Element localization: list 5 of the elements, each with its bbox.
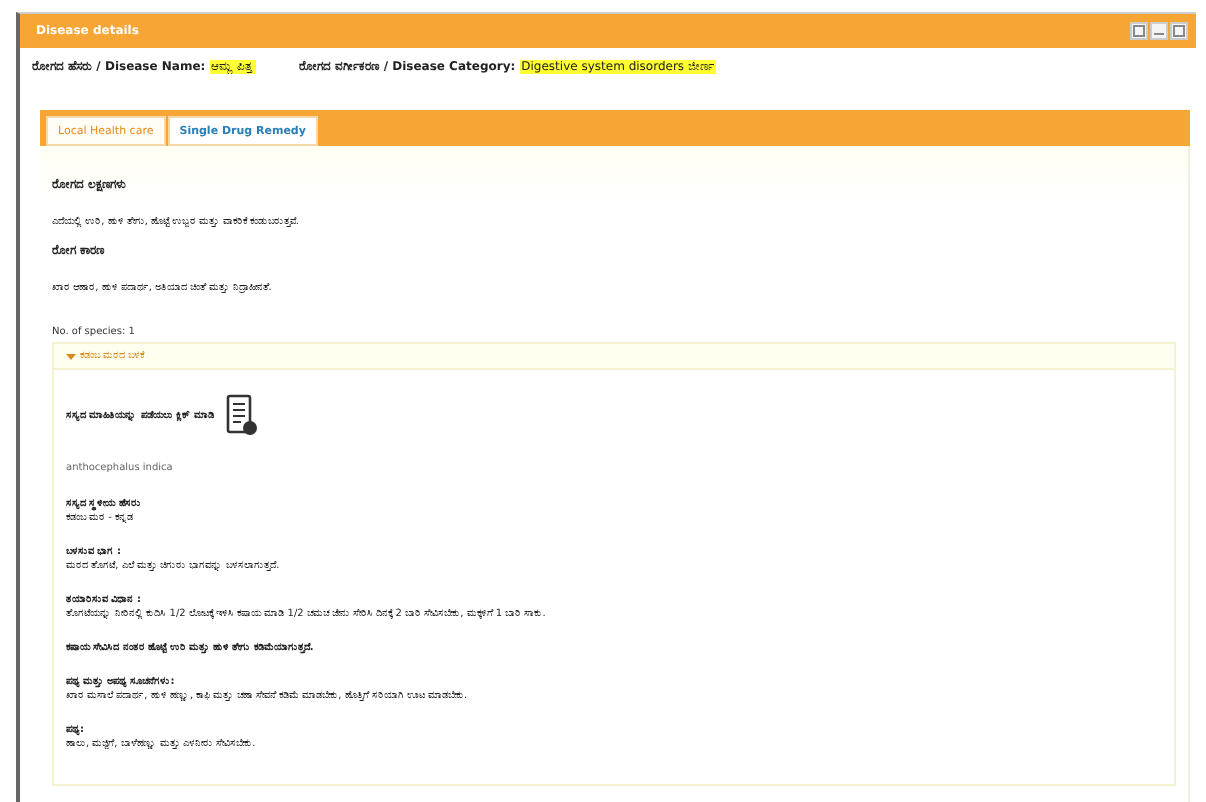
document-icon[interactable] bbox=[225, 394, 258, 438]
maximize-button[interactable] bbox=[1170, 22, 1188, 40]
caret-icon bbox=[66, 351, 76, 361]
minimize-button[interactable] bbox=[1150, 22, 1168, 40]
maximize-icon bbox=[1172, 24, 1186, 38]
